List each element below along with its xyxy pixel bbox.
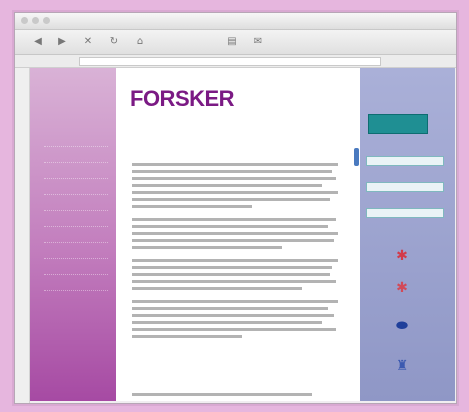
print-icon[interactable]: ▤	[225, 34, 239, 48]
next-article	[132, 386, 332, 400]
nav-item[interactable]	[44, 186, 108, 195]
nav-item[interactable]	[44, 218, 108, 227]
article-body-text	[132, 393, 332, 396]
nav-item[interactable]	[44, 170, 108, 179]
forward-icon[interactable]: ▶	[55, 34, 69, 48]
mail-icon[interactable]: ✉	[251, 34, 265, 48]
right-sidebar: ✱ ✱ ⬬ ♜	[354, 68, 455, 401]
article-headline[interactable]	[132, 151, 342, 160]
browser-toolbar: ◀ ▶ ✕ ↻ ⌂ ▤ ✉	[15, 30, 456, 55]
home-icon[interactable]: ⌂	[133, 34, 147, 48]
main-column: FORSKER	[116, 68, 360, 401]
window-title	[185, 16, 305, 25]
window-controls	[21, 17, 50, 24]
scroll-tab[interactable]	[354, 148, 359, 166]
url-input[interactable]	[79, 57, 381, 66]
link-box[interactable]	[366, 182, 444, 192]
page-content: FORSKER ✱ ✱ ⬬ ♜	[30, 68, 455, 401]
red-badge-icon[interactable]: ✱	[390, 280, 414, 296]
red-badge-icon[interactable]: ✱	[390, 248, 414, 264]
search-box[interactable]	[366, 156, 444, 166]
stop-icon[interactable]: ✕	[81, 34, 95, 48]
nav-item[interactable]	[44, 202, 108, 211]
minimize-icon[interactable]	[32, 17, 39, 24]
site-tagline	[132, 118, 332, 125]
nav-item[interactable]	[44, 138, 108, 147]
figure-icon[interactable]: ♜	[390, 358, 414, 374]
article-kicker	[132, 386, 332, 393]
nav-item[interactable]	[44, 250, 108, 259]
close-icon[interactable]	[21, 17, 28, 24]
reload-icon[interactable]: ↻	[107, 34, 121, 48]
address-bar	[15, 55, 456, 68]
left-nav	[44, 138, 108, 298]
nav-item[interactable]	[44, 282, 108, 291]
article-body-text	[132, 163, 342, 338]
zoom-icon[interactable]	[43, 17, 50, 24]
promo-banner[interactable]	[368, 114, 428, 134]
back-icon[interactable]: ◀	[31, 34, 45, 48]
article-kicker	[132, 144, 342, 151]
main-article	[132, 144, 342, 342]
link-box[interactable]	[366, 208, 444, 218]
nav-item[interactable]	[44, 154, 108, 163]
left-sidebar	[30, 68, 116, 401]
browser-window: ◀ ▶ ✕ ↻ ⌂ ▤ ✉ FORSKER ✱ ✱ ⬬ ♜	[14, 12, 457, 404]
favorites-gutter	[15, 68, 30, 403]
site-logo[interactable]: FORSKER	[130, 86, 235, 112]
nav-item[interactable]	[44, 234, 108, 243]
title-bar	[15, 13, 456, 30]
nav-item[interactable]	[44, 266, 108, 275]
blue-logo-icon[interactable]: ⬬	[390, 318, 414, 334]
